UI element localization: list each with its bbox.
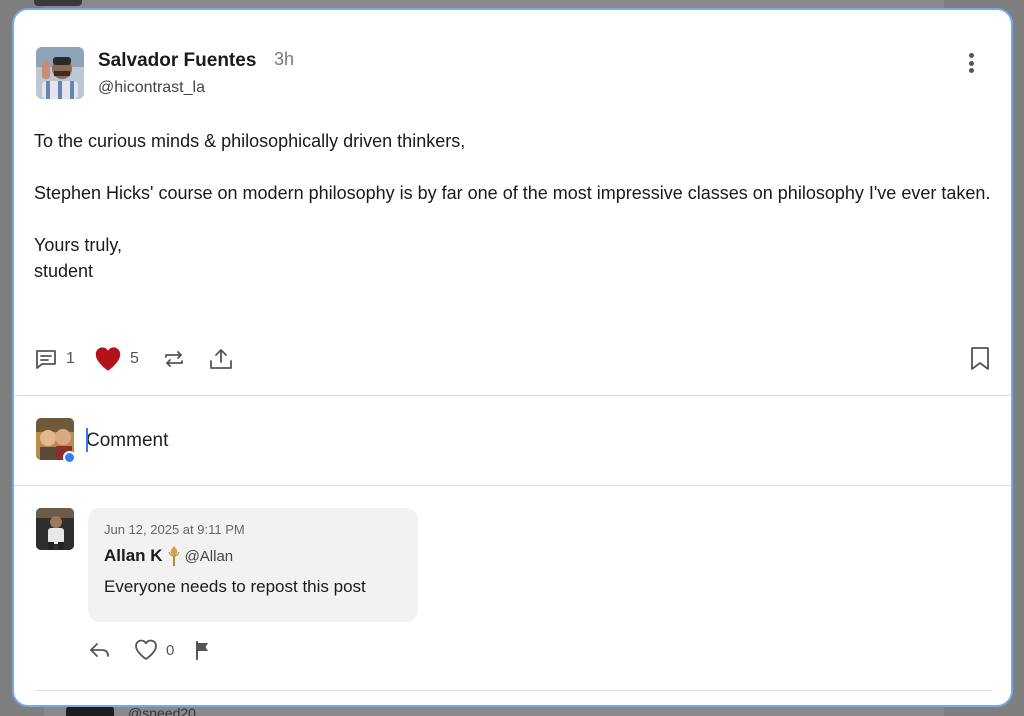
reply-handle[interactable]: @Allan — [185, 548, 234, 565]
comment-composer — [36, 418, 991, 464]
reply-text: Everyone needs to repost this post — [104, 577, 366, 596]
reply-author[interactable]: Allan K — [104, 546, 163, 566]
repost-button[interactable] — [162, 343, 186, 375]
post-modal: Salvador Fuentes 3h @hicontrast_la To th… — [12, 8, 1013, 707]
backdrop-top — [44, 0, 944, 8]
reply-date: Jun 12, 2025 at 9:11 PM — [104, 522, 245, 537]
reply-author-row: Allan K @Allan — [104, 545, 402, 567]
backdrop-avatar — [66, 706, 114, 716]
avatar[interactable] — [36, 47, 84, 99]
reply-action-bar: 0 — [88, 634, 288, 662]
post-header: Salvador Fuentes 3h @hicontrast_la — [36, 47, 991, 103]
text-caret — [86, 428, 88, 452]
torch-icon — [167, 546, 180, 566]
divider — [14, 395, 1011, 396]
post-paragraph: Yours truly, — [34, 235, 123, 255]
online-status-dot — [63, 451, 76, 464]
post-paragraph: To the curious minds & philosophically d… — [34, 131, 466, 151]
report-button[interactable] — [194, 634, 212, 666]
repost-icon — [165, 351, 183, 367]
author-handle[interactable]: @hicontrast_la — [98, 79, 205, 97]
divider — [14, 485, 1011, 486]
bookmark-icon — [971, 347, 989, 370]
reply-button[interactable] — [88, 634, 112, 666]
comment-count: 1 — [66, 350, 75, 367]
post-action-bar: 1 5 — [34, 343, 991, 375]
divider — [36, 690, 991, 691]
share-button[interactable] — [208, 343, 234, 375]
comment-input[interactable] — [86, 426, 786, 456]
post-paragraph: student — [34, 261, 94, 281]
flag-icon — [196, 641, 208, 660]
reply-like-count: 0 — [166, 641, 175, 659]
backdrop-handle: @sneed20 — [128, 706, 196, 716]
post-paragraph: Stephen Hicks' course on modern philosop… — [34, 183, 991, 203]
post-timestamp: 3h — [274, 49, 295, 69]
reply-icon — [90, 643, 109, 657]
like-button[interactable]: 5 — [94, 343, 139, 375]
author-name[interactable]: Salvador Fuentes — [98, 50, 256, 72]
more-vertical-icon[interactable] — [961, 51, 981, 75]
reply-bubble: Jun 12, 2025 at 9:11 PM Allan K @Allan E… — [88, 508, 418, 622]
comment-button[interactable]: 1 — [34, 343, 75, 375]
heart-outline-icon — [135, 639, 157, 660]
share-icon — [210, 349, 232, 369]
like-count: 5 — [130, 350, 139, 367]
post-body: To the curious minds & philosophically d… — [34, 128, 994, 284]
bookmark-button[interactable] — [969, 343, 991, 375]
reply-like-button[interactable]: 0 — [134, 634, 174, 666]
comment-icon — [36, 350, 56, 369]
heart-icon — [95, 347, 121, 371]
avatar[interactable] — [36, 508, 74, 550]
backdrop-avatar-top — [34, 0, 82, 6]
